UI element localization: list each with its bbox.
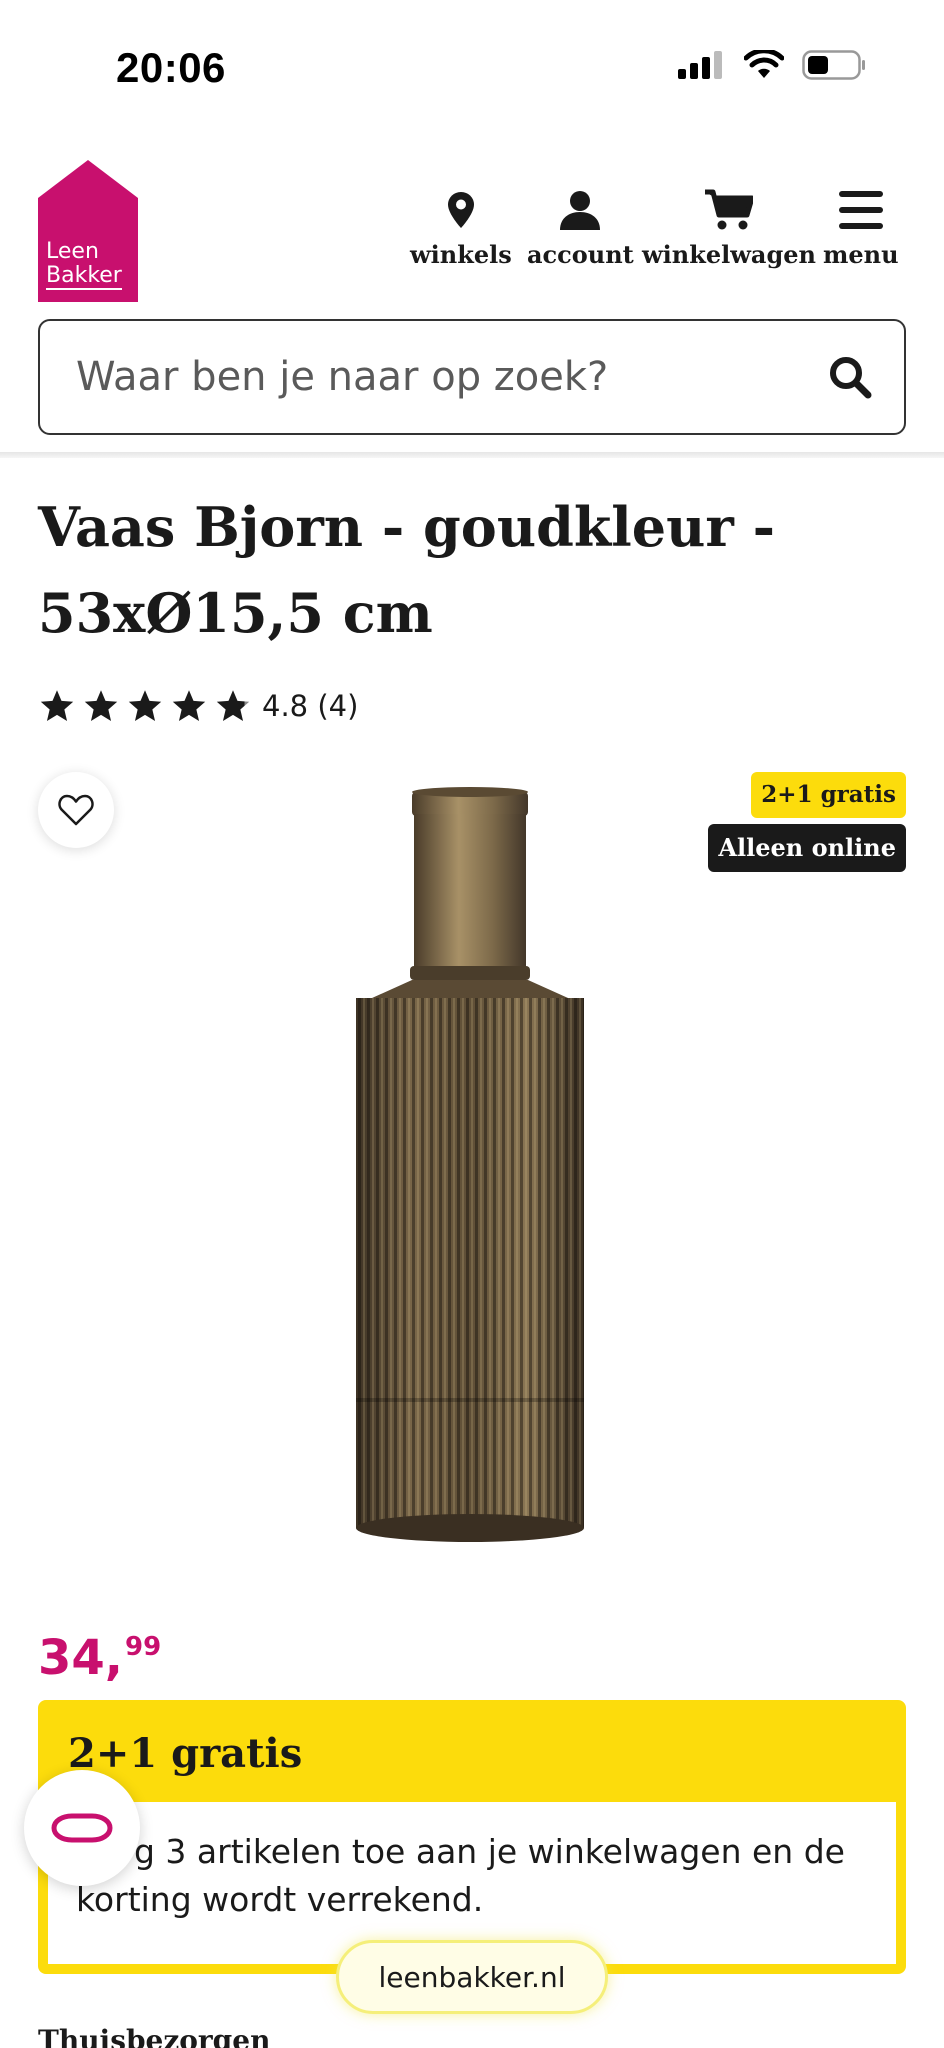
promo-text: g 3 artikelen toe aan je winkelwagen en …: [76, 1832, 845, 1919]
logo-text: Leen Bakker: [46, 239, 122, 290]
favorite-button[interactable]: [38, 772, 114, 848]
promo-badge: 2+1 gratis: [751, 772, 906, 818]
online-only-badge: Alleen online: [708, 824, 906, 872]
star-icon: [216, 690, 250, 721]
loop-icon: [51, 1813, 113, 1843]
battery-icon: [802, 50, 865, 80]
chat-button[interactable]: [24, 1770, 140, 1886]
nav-menu[interactable]: menu: [823, 188, 899, 269]
header-divider: [0, 452, 944, 458]
price-main: 34,: [38, 1630, 124, 1686]
star-icon: [84, 690, 118, 721]
browser-url-bar[interactable]: leenbakker.nl: [336, 1940, 608, 2014]
wifi-icon: [744, 50, 784, 78]
product-image[interactable]: [340, 786, 600, 1554]
search-icon: [830, 357, 872, 399]
search-bar: [38, 319, 906, 435]
product-rating[interactable]: 4.8 (4): [38, 688, 358, 724]
product-title: Vaas Bjorn - goudkleur - 53xØ15,5 cm: [38, 495, 776, 645]
heart-icon: [58, 794, 94, 826]
star-icon: [172, 690, 206, 721]
nav-winkelwagen[interactable]: winkelwagen: [642, 188, 816, 269]
signal-icon: [678, 51, 722, 79]
brand-logo[interactable]: Leen Bakker: [38, 160, 138, 302]
nav-account[interactable]: account: [527, 188, 634, 269]
search-input[interactable]: [76, 321, 796, 432]
rating-text: 4.8 (4): [262, 689, 359, 723]
nav-winkels[interactable]: winkels: [410, 188, 512, 269]
search-button[interactable]: [828, 355, 872, 399]
status-icons: [678, 50, 866, 80]
status-time: 20:06: [116, 44, 226, 91]
promo-box: 2+1 gratis g 3 artikelen toe aan je wink…: [38, 1700, 906, 1974]
price-cents: 99: [125, 1632, 162, 1662]
star-icon: [40, 690, 74, 721]
hamburger-icon: [838, 188, 883, 232]
product-price: 34, 99: [38, 1630, 161, 1686]
promo-title: 2+1 gratis: [68, 1730, 303, 1777]
star-icon: [128, 690, 162, 721]
location-pin-icon: [447, 188, 474, 232]
cart-icon: [704, 188, 753, 232]
delivery-heading: Thuisbezorgen: [38, 2024, 271, 2048]
user-icon: [560, 188, 601, 232]
